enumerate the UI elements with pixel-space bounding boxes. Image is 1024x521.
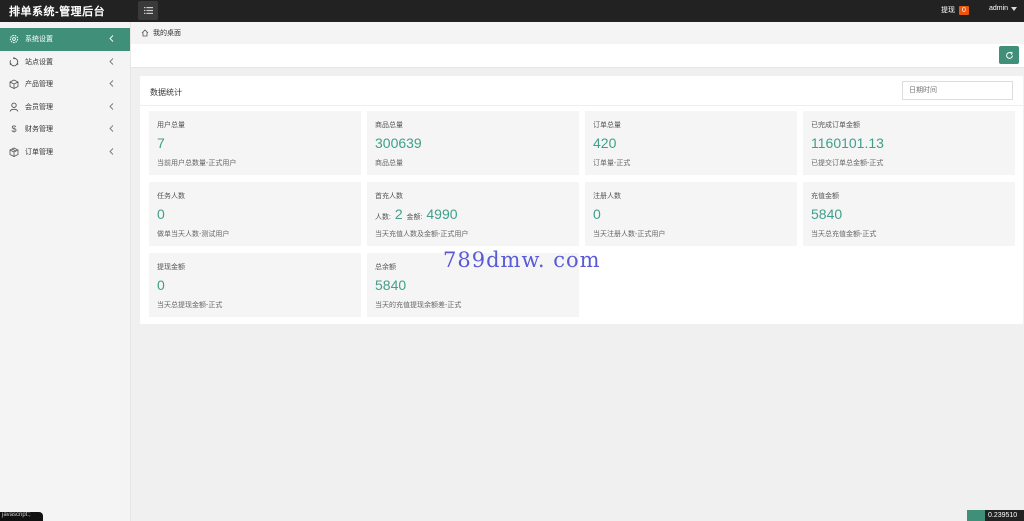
menu-toggle-button[interactable] (138, 1, 158, 20)
stat-label: 充值金额 (811, 193, 839, 200)
stat-label: 总余额 (375, 264, 396, 271)
stat-value: 300639 (375, 135, 422, 151)
home-icon (141, 29, 149, 37)
stat-description: 当天的充值提现余额差-正式 (375, 302, 462, 309)
cycle-icon (8, 56, 20, 68)
stat-card-recharge-amount: 充值金额 5840 当天总充值金额-正式 (803, 182, 1015, 246)
stat-card-first-recharge: 首充人数 人数: 2 金额: 4990 当天充值人数及金额-正式用户 (367, 182, 579, 246)
status-tooltip: javascript:; (0, 512, 43, 521)
sidebar-item-label: 站点设置 (25, 58, 53, 66)
breadcrumb: 我的桌面 (131, 22, 1024, 44)
stat-value: 1160101.13 (811, 135, 884, 151)
toolbar (131, 44, 1024, 68)
panel-title: 数据统计 (150, 88, 182, 97)
stat-value: 0 (157, 206, 165, 222)
stat-value: 0 (157, 277, 165, 293)
stat-label: 商品总量 (375, 122, 403, 129)
stat-value: 人数: 2 金额: 4990 (375, 206, 458, 222)
caret-down-icon (1011, 6, 1018, 11)
stat-description: 当前用户总数量-正式用户 (157, 160, 237, 167)
stat-card-completed-order-amount: 已完成订单金额 1160101.13 已提交订单总金额-正式 (803, 111, 1015, 175)
sidebar-item-label: 系统设置 (25, 36, 53, 44)
stat-description: 做单当天人数-测试用户 (157, 231, 230, 238)
app-title: 排单系统-管理后台 (9, 6, 106, 18)
sidebar-item-finance-management[interactable]: $ 财务管理 (0, 118, 130, 141)
sidebar-item-label: 财务管理 (25, 126, 53, 134)
stat-card-user-total: 用户总量 7 当前用户总数量-正式用户 (149, 111, 361, 175)
stat-description: 当天总充值金额-正式 (811, 231, 877, 238)
user-icon (8, 101, 20, 113)
refresh-button[interactable] (999, 46, 1019, 64)
stat-value: 5840 (811, 206, 843, 222)
people-count: 2 (394, 206, 403, 222)
user-name: admin (989, 5, 1009, 12)
stat-card-withdraw-amount: 提现金额 0 当天总提现金额-正式 (149, 253, 361, 317)
divider (140, 105, 1023, 106)
stat-card-order-total: 订单总量 420 订单量-正式 (585, 111, 797, 175)
amount-label: 金额: (406, 214, 423, 221)
sidebar-item-label: 会员管理 (25, 103, 53, 111)
box-icon (8, 78, 20, 90)
stat-description: 当天注册人数-正式用户 (593, 231, 666, 238)
chevron-left-icon (109, 102, 114, 110)
stat-label: 首充人数 (375, 193, 403, 200)
sidebar-item-label: 订单管理 (25, 148, 53, 156)
sidebar-item-order-management[interactable]: 订单管理 (0, 141, 130, 164)
dollar-icon: $ (11, 124, 17, 135)
status-widget: 0.239510 (967, 510, 1024, 521)
status-value: 0.239510 (988, 512, 1018, 519)
widget-logo-icon (967, 510, 985, 521)
stat-value: 7 (157, 135, 165, 151)
stat-label: 任务人数 (157, 193, 185, 200)
withdraw-link[interactable]: 提现 0 (941, 5, 969, 15)
stat-description: 商品总量 (375, 160, 403, 167)
sidebar-item-site-settings[interactable]: 站点设置 (0, 51, 130, 74)
chevron-left-icon (109, 80, 114, 87)
chevron-left-icon (109, 57, 114, 65)
watermark-text: 789dmw. com (443, 248, 601, 272)
stat-card-product-total: 商品总量 300639 商品总量 (367, 111, 579, 175)
stat-description: 当天总提现金额-正式 (157, 302, 223, 309)
stat-description: 订单量-正式 (593, 160, 631, 167)
stat-description: 已提交订单总金额-正式 (811, 160, 884, 167)
amount-value: 4990 (426, 206, 458, 222)
sidebar-item-label: 产品管理 (25, 81, 53, 89)
withdraw-label: 提现 (941, 7, 955, 14)
people-label: 人数: (375, 214, 391, 221)
stat-value: 0 (593, 206, 601, 222)
stat-label: 注册人数 (593, 193, 621, 200)
stat-label: 提现金额 (157, 264, 185, 271)
stat-label: 订单总量 (593, 122, 621, 129)
stat-card-task-people: 任务人数 0 做单当天人数-测试用户 (149, 182, 361, 246)
sidebar-item-system-settings[interactable]: 系统设置 (0, 28, 130, 51)
chevron-left-icon (109, 147, 114, 155)
chevron-left-icon (109, 125, 114, 132)
sidebar: 系统设置 站点设置 产品管理 会员管理 $ 财务管理 订单管理 (0, 22, 131, 521)
cube-icon (8, 146, 20, 158)
breadcrumb-home-tab[interactable]: 我的桌面 (153, 28, 181, 38)
stat-value: 5840 (375, 277, 407, 293)
stat-label: 用户总量 (157, 122, 185, 129)
stats-panel: 数据统计 用户总量 7 当前用户总数量-正式用户 商品总量 300639 商品总… (140, 76, 1023, 324)
list-icon (143, 7, 153, 14)
date-time-input[interactable] (902, 81, 1013, 100)
sidebar-item-member-management[interactable]: 会员管理 (0, 96, 130, 119)
refresh-icon (1005, 51, 1013, 59)
gear-icon (8, 33, 20, 45)
stat-value: 420 (593, 135, 617, 151)
stat-description: 当天充值人数及金额-正式用户 (375, 231, 469, 238)
top-bar: 排单系统-管理后台 提现 0 admin (0, 0, 1024, 22)
sidebar-item-product-management[interactable]: 产品管理 (0, 73, 130, 96)
stat-label: 已完成订单金额 (811, 122, 860, 129)
chevron-left-icon (109, 35, 114, 42)
stat-card-registrations: 注册人数 0 当天注册人数-正式用户 (585, 182, 797, 246)
withdraw-count-badge: 0 (959, 5, 969, 15)
user-menu[interactable]: admin (989, 5, 1018, 12)
